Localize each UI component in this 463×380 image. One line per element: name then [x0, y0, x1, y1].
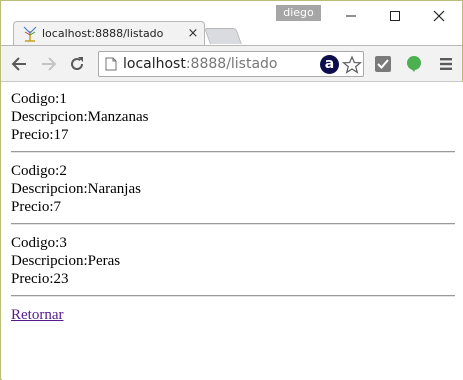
url-text[interactable]: localhost:8888/listado — [123, 56, 278, 72]
menu-button[interactable] — [436, 54, 456, 74]
browser-tab[interactable]: localhost:8888/listado × — [13, 21, 205, 45]
horizontal-rule — [11, 223, 455, 225]
forward-button[interactable] — [39, 54, 59, 74]
product-record: Codigo:2 Descripcion:Naranjas Precio:7 — [11, 162, 141, 216]
codigo-text: Codigo:3 — [11, 235, 67, 251]
horizontal-rule — [11, 151, 455, 153]
page-content: Codigo:1 Descripcion:Manzanas Precio:17 … — [2, 82, 463, 380]
user-badge[interactable]: diego — [276, 5, 321, 21]
forward-arrow-icon — [42, 57, 57, 71]
browser-window: diego localhost:8888/listado × localhost… — [0, 0, 463, 380]
new-tab-button[interactable] — [204, 28, 242, 44]
maximize-icon — [390, 11, 400, 21]
url-path: :8888/listado — [185, 56, 278, 72]
minimize-button[interactable] — [329, 3, 373, 29]
reload-button[interactable] — [67, 54, 87, 74]
maximize-button[interactable] — [373, 3, 417, 29]
url-host: localhost — [123, 56, 186, 72]
back-button[interactable] — [9, 54, 29, 74]
close-icon — [433, 10, 445, 22]
descripcion-text: Descripcion:Naranjas — [11, 181, 141, 197]
close-window-button[interactable] — [417, 3, 461, 29]
descripcion-text: Descripcion:Manzanas — [11, 109, 149, 125]
toolbar: localhost:8888/listado a — [1, 45, 462, 82]
tab-close-icon[interactable]: × — [186, 27, 200, 41]
precio-text: Precio:23 — [11, 271, 69, 287]
tab-title: localhost:8888/listado — [42, 27, 164, 40]
title-bar: diego localhost:8888/listado × — [1, 1, 462, 45]
codigo-text: Codigo:2 — [11, 163, 67, 179]
descripcion-text: Descripcion:Peras — [11, 253, 121, 269]
precio-text: Precio:17 — [11, 127, 69, 143]
horizontal-rule — [11, 295, 455, 297]
amazon-assistant-icon[interactable]: a — [320, 55, 339, 74]
product-record: Codigo:1 Descripcion:Manzanas Precio:17 — [11, 90, 148, 144]
checkmark-extension-icon — [375, 56, 391, 72]
address-bar[interactable]: localhost:8888/listado a — [98, 51, 364, 77]
checkmark-extension-button[interactable] — [373, 54, 393, 74]
star-icon[interactable] — [342, 55, 362, 75]
menu-icon — [440, 58, 452, 70]
page-icon — [105, 57, 117, 71]
back-arrow-icon — [11, 57, 26, 71]
product-record: Codigo:3 Descripcion:Peras Precio:23 — [11, 234, 120, 288]
precio-text: Precio:7 — [11, 199, 61, 215]
favicon-icon — [23, 26, 37, 42]
codigo-text: Codigo:1 — [11, 91, 67, 107]
minimize-icon — [346, 15, 356, 17]
evernote-extension-button[interactable] — [404, 54, 424, 74]
retornar-link[interactable]: Retornar — [11, 306, 63, 324]
evernote-extension-icon — [407, 56, 421, 72]
reload-icon — [71, 57, 84, 70]
